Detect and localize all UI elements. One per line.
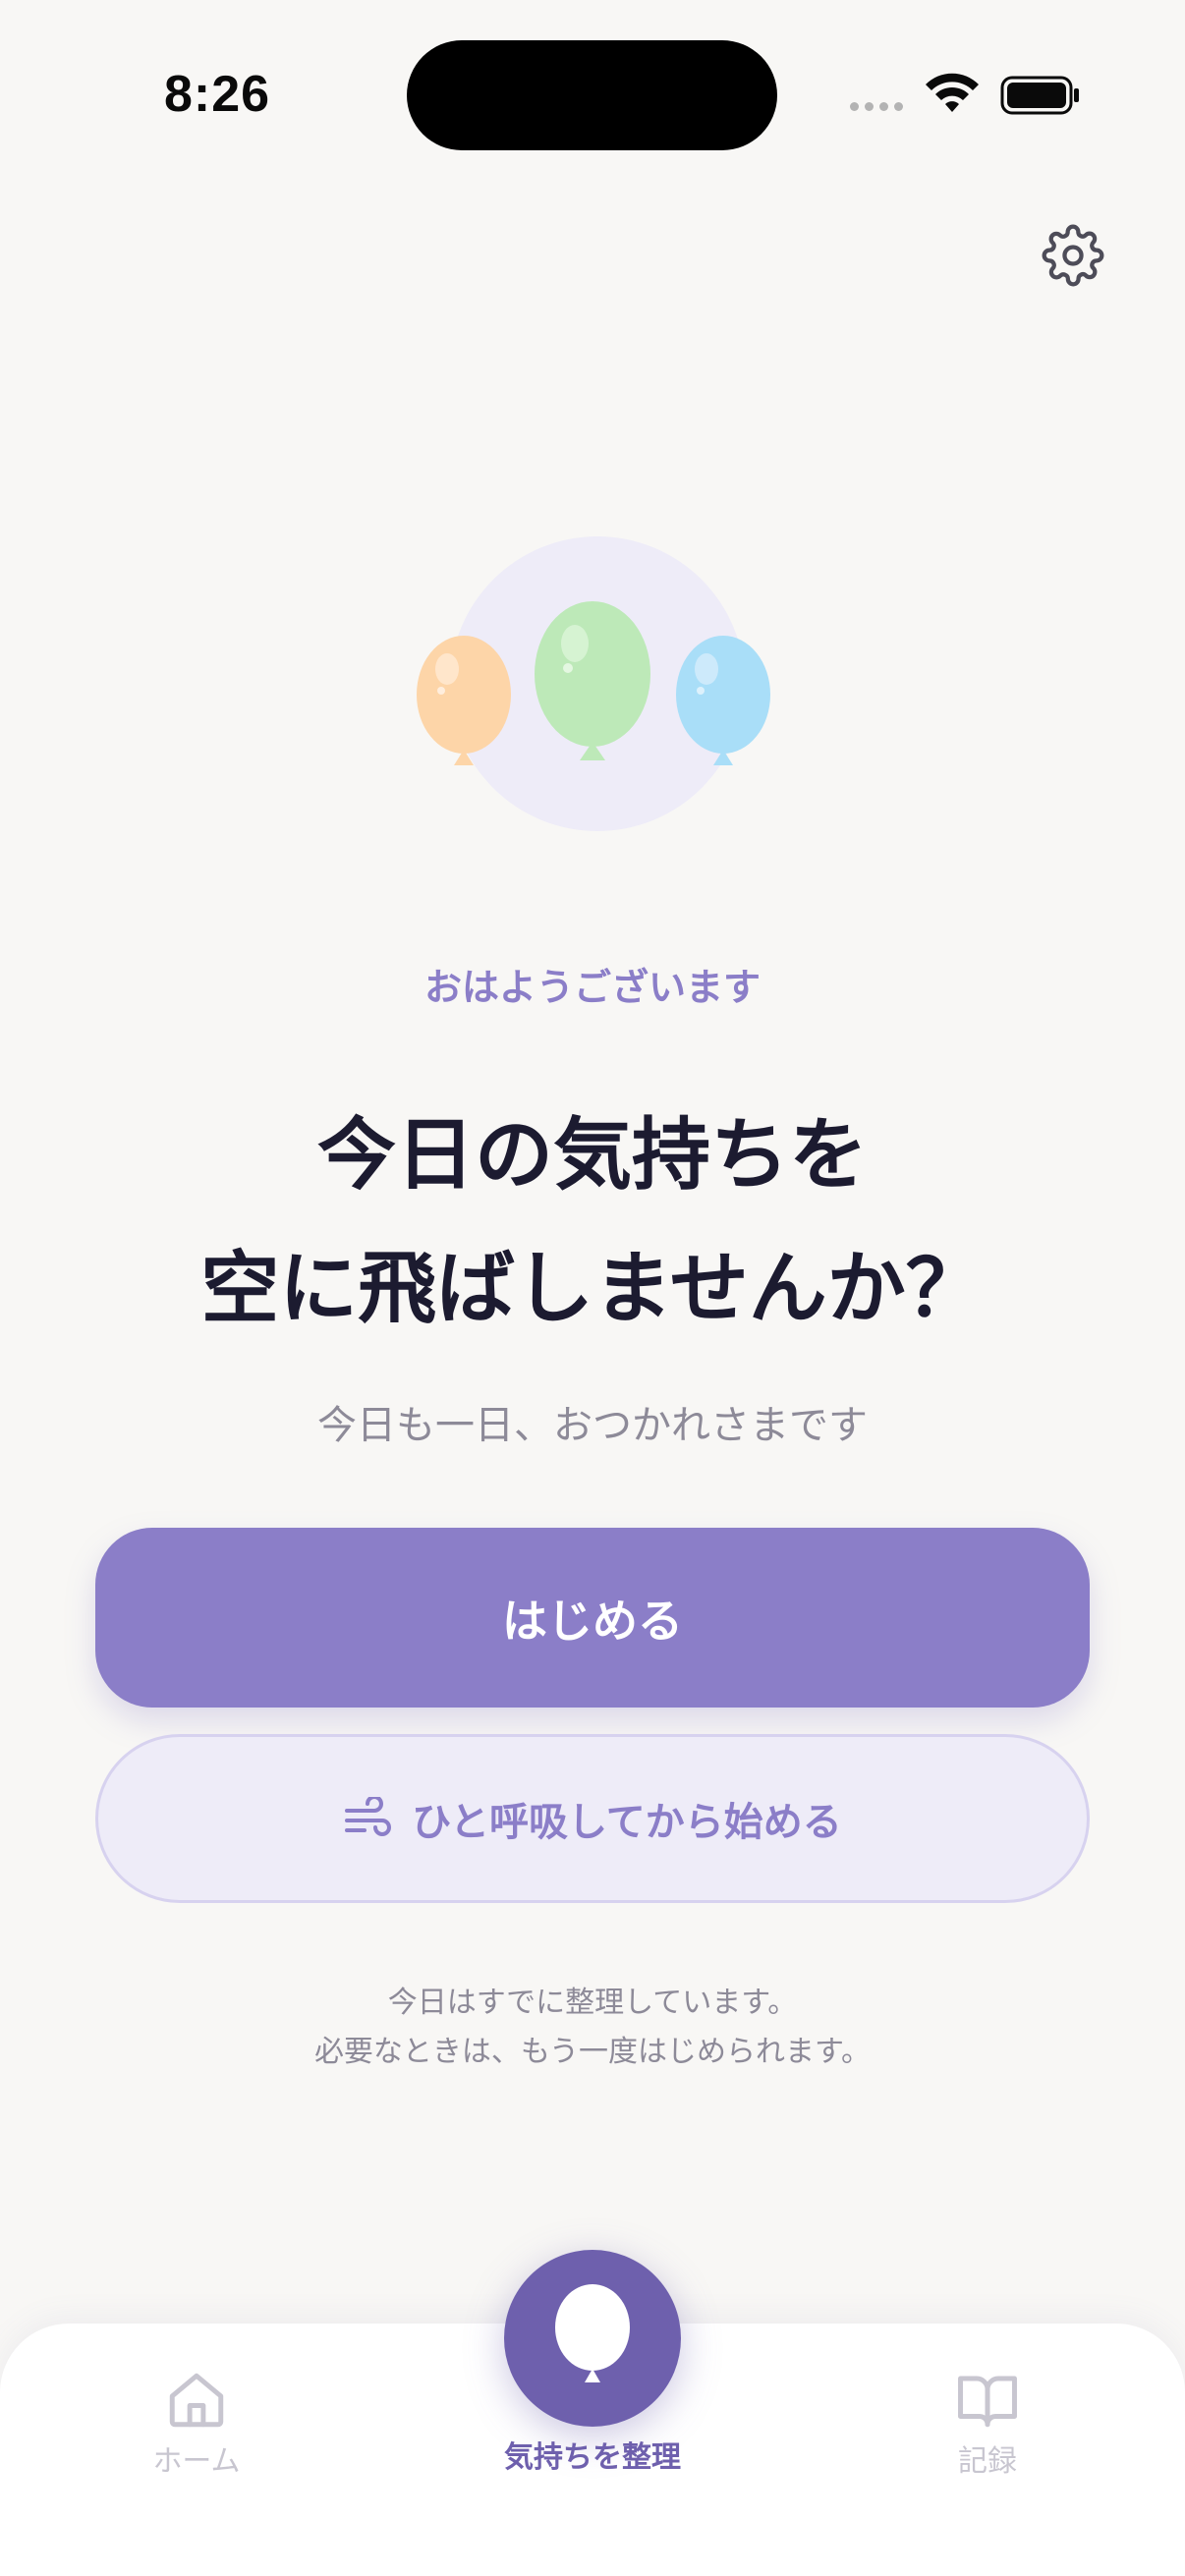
start-button-label: はじめる [502,1594,683,1648]
battery-icon [1000,76,1079,115]
home-icon [169,2373,224,2428]
greeting-text: おはようございます [423,966,761,1009]
tab-records-label: 記録 [958,2444,1017,2479]
headline: 今日の気持ちを 空に飛ばしませんか？ [0,1089,1185,1356]
breathe-first-label: ひと呼吸してから始める [412,1800,842,1845]
wifi-icon [926,73,979,112]
tab-home-label: ホーム [152,2444,241,2479]
settings-button[interactable] [1038,220,1108,291]
orange-balloon [417,636,511,765]
balloon-icon [555,2284,630,2382]
status-time: 8:26 [164,66,271,123]
tab-records[interactable]: 記録 [879,2368,1096,2515]
wind-icon [345,1797,392,1836]
blue-balloon [676,636,770,765]
breathe-first-button[interactable]: ひと呼吸してから始める [95,1734,1090,1903]
tab-organize-feelings[interactable]: 気持ちを整理 [442,2250,743,2495]
status-note: 今日はすでに整理しています。 必要なときは、もう一度はじめられます。 [0,1979,1185,2077]
headline-line-1: 今日の気持ちを [317,1109,868,1201]
subtext: 今日も一日、おつかれさまです [317,1403,868,1448]
book-icon [958,2376,1017,2428]
center-tab-circle [504,2250,681,2427]
tab-home[interactable]: ホーム [88,2368,305,2515]
green-balloon [535,601,650,760]
note-line-1: 今日はすでに整理しています。 [387,1986,798,2020]
headline-line-2: 空に飛ばしませんか？ [200,1243,985,1334]
tab-organize-label: 気持ちを整理 [504,2440,681,2475]
note-line-2: 必要なときは、もう一度はじめられます。 [313,2035,872,2069]
cellular-signal-icon [850,102,903,111]
gear-icon [1042,224,1104,287]
balloon-illustration [411,531,774,845]
status-bar: 8:26 [0,0,1185,196]
start-button[interactable]: はじめる [95,1528,1090,1708]
dynamic-island [407,40,777,150]
